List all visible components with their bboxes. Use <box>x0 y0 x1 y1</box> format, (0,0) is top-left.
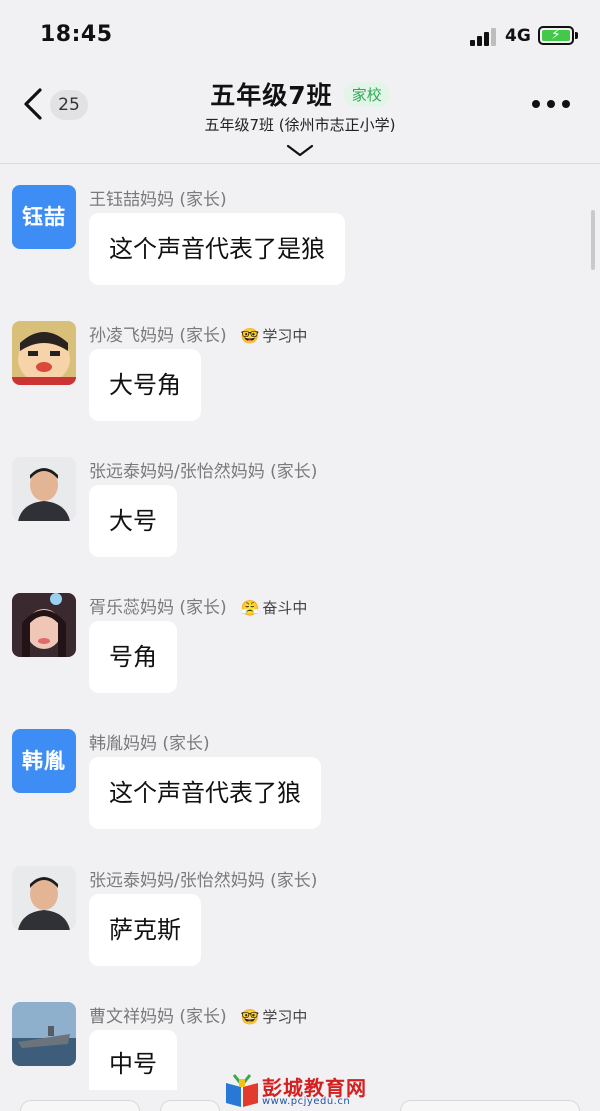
sender-name: 张远泰妈妈/张怡然妈妈 (家长) <box>89 871 318 891</box>
message-bubble[interactable]: 萨克斯 <box>89 894 201 966</box>
message-bubble[interactable]: 这个声音代表了狼 <box>89 757 321 829</box>
site-watermark: 彭城教育网 www.pcjyedu.cn <box>222 1070 382 1111</box>
message-bubble[interactable]: 中号 <box>89 1030 177 1090</box>
quick-action-pill[interactable] <box>20 1100 140 1111</box>
battery-tip <box>575 32 578 39</box>
book-logo-icon <box>226 1074 258 1107</box>
message-item: 韩胤 韩胤妈妈 (家长) 这个声音代表了狼 <box>0 729 600 833</box>
chat-header: 25 五年级7班 家校 五年级7班 (徐州市志正小学) <box>0 70 600 164</box>
message-bubble[interactable]: 这个声音代表了是狼 <box>89 213 345 285</box>
child-avatar-image <box>12 866 76 930</box>
message-item: 张远泰妈妈/张怡然妈妈 (家长) 萨克斯 <box>0 866 600 970</box>
avatar[interactable] <box>12 457 76 521</box>
quick-action-pill[interactable] <box>400 1100 580 1111</box>
glasses-emoji-icon: 🤓 <box>240 327 260 345</box>
avatar[interactable] <box>12 866 76 930</box>
avatar[interactable] <box>12 321 76 385</box>
cartoon-avatar-image <box>12 321 76 385</box>
chat-title[interactable]: 五年级7班 <box>210 81 332 110</box>
girl-avatar-image <box>12 593 76 657</box>
message-item: 胥乐蕊妈妈 (家长) 😤 奋斗中 号角 <box>0 593 600 697</box>
watermark-url: www.pcjyedu.cn <box>262 1096 351 1107</box>
ship-avatar-image <box>12 1002 76 1066</box>
battery-icon: ⚡ <box>538 26 574 45</box>
user-status: 😤 奋斗中 <box>240 599 308 617</box>
sender-name: 胥乐蕊妈妈 (家长) 😤 奋斗中 <box>89 598 308 618</box>
status-bar: 18:45 4G ⚡ <box>0 0 600 70</box>
chat-subtitle: 五年级7班 (徐州市志正小学) <box>204 116 396 134</box>
signal-strength-icon <box>470 28 498 46</box>
message-bubble[interactable]: 大号 <box>89 485 177 557</box>
title-row: 五年级7班 家校 <box>0 76 600 112</box>
sender-name: 韩胤妈妈 (家长) <box>89 734 210 754</box>
sender-name: 曹文祥妈妈 (家长) 🤓 学习中 <box>89 1007 308 1027</box>
sender-name: 孙凌飞妈妈 (家长) 🤓 学习中 <box>89 326 308 346</box>
avatar[interactable] <box>12 1002 76 1066</box>
child-avatar-image <box>12 457 76 521</box>
user-status: 🤓 学习中 <box>240 327 308 345</box>
avatar[interactable] <box>12 593 76 657</box>
network-type: 4G <box>505 26 531 46</box>
status-time: 18:45 <box>40 22 113 47</box>
sender-name: 张远泰妈妈/张怡然妈妈 (家长) <box>89 462 318 482</box>
more-options-button[interactable] <box>532 100 570 110</box>
user-status: 🤓 学习中 <box>240 1008 308 1026</box>
message-item: 钰喆 王钰喆妈妈 (家长) 这个声音代表了是狼 <box>0 185 600 289</box>
scrollbar[interactable] <box>591 210 595 270</box>
avatar[interactable]: 韩胤 <box>12 729 76 793</box>
sender-name: 王钰喆妈妈 (家长) <box>89 190 227 210</box>
message-bubble[interactable]: 号角 <box>89 621 177 693</box>
fighting-emoji-icon: 😤 <box>240 599 260 617</box>
group-type-tag: 家校 <box>343 81 390 107</box>
message-item: 孙凌飞妈妈 (家长) 🤓 学习中 大号角 <box>0 321 600 425</box>
avatar[interactable]: 钰喆 <box>12 185 76 249</box>
message-item: 张远泰妈妈/张怡然妈妈 (家长) 大号 <box>0 457 600 561</box>
chevron-down-icon[interactable] <box>286 144 314 158</box>
glasses-emoji-icon: 🤓 <box>240 1008 260 1026</box>
quick-action-pill[interactable] <box>160 1100 220 1111</box>
message-bubble[interactable]: 大号角 <box>89 349 201 421</box>
